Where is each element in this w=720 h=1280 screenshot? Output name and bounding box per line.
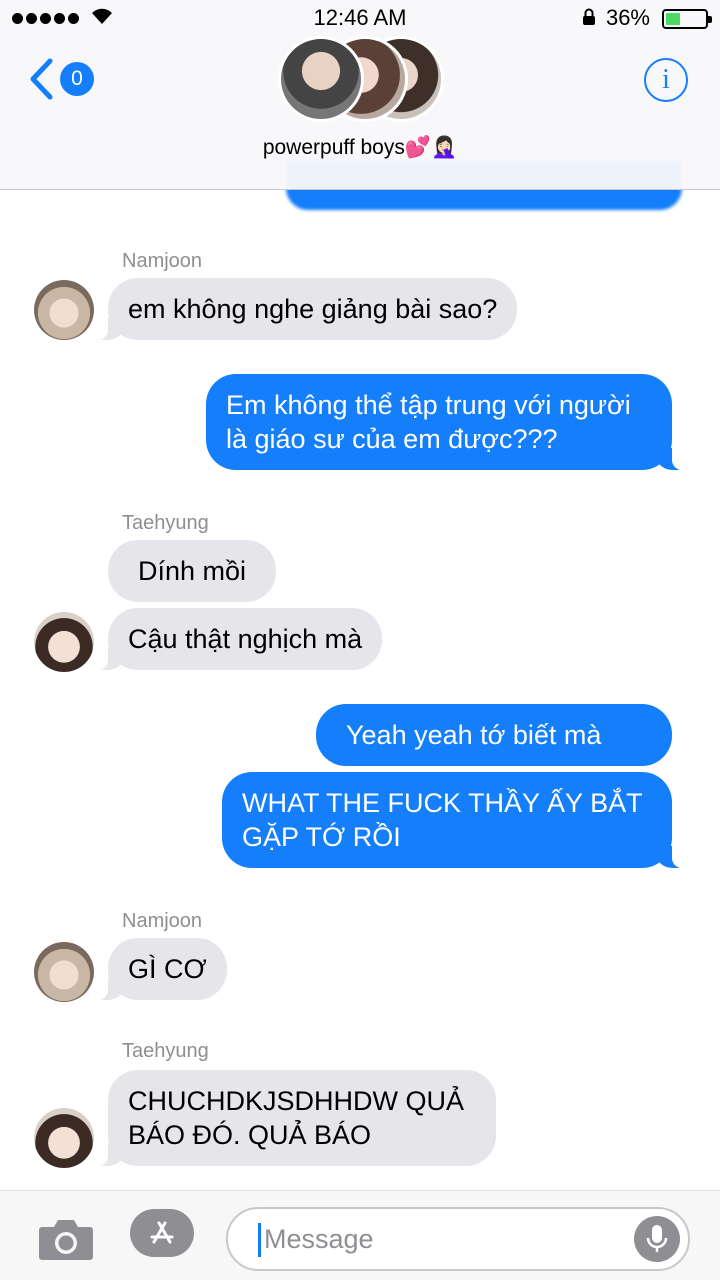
avatar[interactable]: [34, 612, 94, 672]
outgoing-bubble[interactable]: WHAT THE FUCK THẦY ẤY BẮT GẶP TỚ RỒI: [222, 772, 683, 868]
text-cursor: [258, 1223, 261, 1257]
incoming-bubble[interactable]: Dính mồi: [108, 540, 277, 602]
sender-name: Namjoon: [122, 250, 203, 272]
group-name[interactable]: powerpuff boys💕🤦🏻‍♀️: [0, 136, 720, 160]
message-text: CHUCHDKJSDHHDW QUẢ BÁO ĐÓ. QUẢ BÁO: [128, 1086, 464, 1150]
messages-screen: 12:46 AM 36% 0 powerpuff boys💕🤦🏻‍♀️ i: [0, 0, 720, 1280]
compose-bar: Message: [0, 1190, 720, 1280]
info-button[interactable]: i: [644, 58, 688, 102]
back-button[interactable]: 0: [28, 58, 94, 100]
battery-icon: [662, 9, 712, 29]
message-text: em không nghe giảng bài sao?: [128, 294, 498, 324]
message-text: Yeah yeah tớ biết mà: [346, 720, 602, 750]
message-text: GÌ CƠ: [128, 954, 207, 984]
conversation-header: 12:46 AM 36% 0 powerpuff boys💕🤦🏻‍♀️ i: [0, 0, 720, 190]
sender-name: Taehyung: [122, 512, 209, 534]
message-text: Cậu thật nghịch mà: [128, 624, 363, 654]
app-store-icon: [150, 1221, 174, 1244]
status-bar: 12:46 AM 36%: [0, 0, 720, 36]
outgoing-bubble[interactable]: Em không thể tập trung với người là giáo…: [206, 374, 683, 470]
battery-percent: 36%: [605, 5, 650, 30]
app-store-button[interactable]: [130, 1209, 194, 1257]
sender-name: Taehyung: [122, 1040, 209, 1062]
sender-name: Namjoon: [122, 910, 203, 932]
message-text: WHAT THE FUCK THẦY ẤY BẮT GẶP TỚ RỒI: [242, 788, 643, 852]
dictation-button[interactable]: [634, 1216, 680, 1262]
incoming-bubble[interactable]: CHUCHDKJSDHHDW QUẢ BÁO ĐÓ. QUẢ BÁO: [97, 1070, 496, 1166]
message-text: Em không thể tập trung với người là giáo…: [226, 390, 631, 454]
microphone-icon: [646, 1225, 668, 1252]
incoming-bubble[interactable]: GÌ CƠ: [97, 938, 227, 1000]
avatar[interactable]: [34, 1108, 94, 1168]
incoming-bubble[interactable]: em không nghe giảng bài sao?: [96, 278, 518, 340]
group-member-avatar: [278, 36, 364, 122]
message-text: Dính mồi: [138, 556, 247, 586]
avatar[interactable]: [34, 280, 94, 340]
outgoing-bubble[interactable]: Yeah yeah tớ biết mà: [316, 704, 672, 766]
message-placeholder: Message: [264, 1224, 374, 1254]
chevron-left-icon: [30, 58, 53, 100]
battery-level: [666, 13, 680, 25]
info-icon: i: [662, 64, 670, 95]
avatar[interactable]: [34, 942, 94, 1002]
message-input[interactable]: Message: [226, 1207, 690, 1271]
incoming-bubble[interactable]: Cậu thật nghịch mà: [96, 608, 383, 670]
unread-count-badge: 0: [60, 62, 94, 96]
rotation-lock-icon: [583, 8, 595, 25]
group-avatars[interactable]: [278, 36, 448, 122]
camera-icon[interactable]: [38, 1217, 94, 1261]
